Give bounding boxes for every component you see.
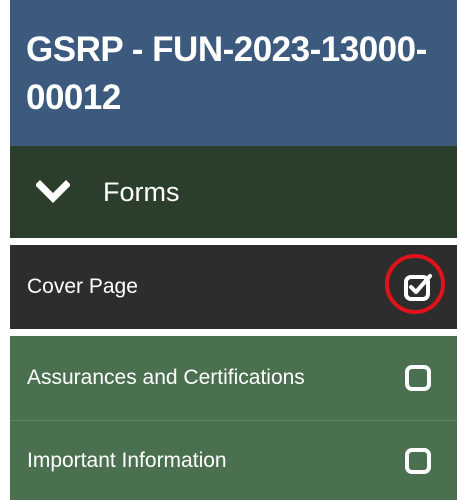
form-item-label: Cover Page (27, 275, 138, 298)
form-item-label: Assurances and Certifications (27, 366, 305, 389)
sidebar-panel: GSRP - FUN-2023-13000-00012 Forms Cover … (0, 0, 459, 500)
application-header: GSRP - FUN-2023-13000-00012 (10, 0, 457, 146)
highlight-circle (385, 254, 445, 314)
forms-section-label: Forms (103, 176, 180, 207)
application-title: GSRP - FUN-2023-13000-00012 (26, 30, 427, 117)
checkbox-empty-icon (401, 361, 435, 395)
form-item-label: Important Information (27, 448, 227, 472)
forms-section-toggle[interactable]: Forms (10, 146, 457, 238)
checkbox-empty-icon (401, 444, 435, 478)
chevron-down-icon (36, 175, 70, 209)
form-item-assurances[interactable]: Assurances and Certifications (10, 336, 457, 420)
form-item-important-information[interactable]: Important Information (10, 421, 457, 500)
checkbox-checked-icon (385, 254, 445, 314)
form-item-cover-page[interactable]: Cover Page (10, 245, 457, 329)
